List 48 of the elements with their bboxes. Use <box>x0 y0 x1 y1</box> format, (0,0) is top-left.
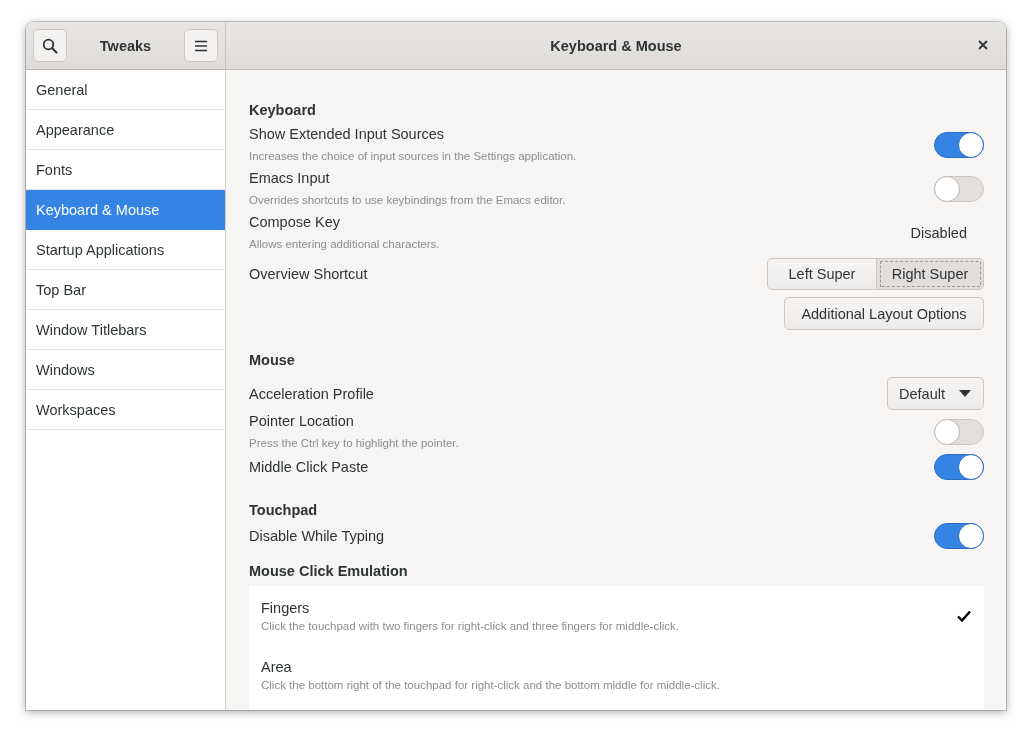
layout-options-button[interactable]: Additional Layout Options <box>784 297 984 330</box>
segment-button[interactable]: Right Super <box>877 258 984 290</box>
toggle-switch[interactable] <box>934 454 984 480</box>
option-label: Fingers <box>261 598 311 618</box>
setting-label: Overview Shortcut <box>249 265 368 284</box>
setting-label: Pointer Location <box>249 412 355 431</box>
setting-label: Middle Click Paste <box>249 458 369 477</box>
setting-label: Compose Key <box>249 213 342 232</box>
section-heading: Touchpad <box>249 501 319 520</box>
sidebar-item[interactable]: Appearance <box>26 110 225 150</box>
toggle-switch[interactable] <box>934 176 984 202</box>
caret-icon <box>959 390 971 397</box>
sidebar-item[interactable]: Keyboard & Mouse <box>26 190 225 230</box>
sidebar-item[interactable]: Startup Applications <box>26 230 225 270</box>
sidebar-item[interactable]: General <box>26 70 225 110</box>
option-description: Click the touchpad with two fingers for right-click and three fingers for middle-click. <box>261 618 679 634</box>
setting-description: Press the Ctrl key to highlight the pointer. <box>249 436 459 451</box>
option-label: Area <box>261 657 293 677</box>
close-icon <box>978 40 988 50</box>
sidebar-item[interactable]: Window Titlebars <box>26 310 225 350</box>
setting-description: Allows entering additional characters. <box>249 237 440 252</box>
search-icon <box>42 37 58 54</box>
section-heading: Keyboard <box>249 101 317 120</box>
setting-label: Emacs Input <box>249 169 331 188</box>
menu-button[interactable] <box>184 29 218 62</box>
search-button[interactable] <box>33 29 67 62</box>
toggle-switch[interactable] <box>934 132 984 158</box>
menu-icon <box>194 39 208 52</box>
option-item[interactable]: Area Click the bottom right of the touchpad for right-click and the bottom middle for middle-click. <box>249 645 984 704</box>
setting-label: Acceleration Profile <box>249 384 374 404</box>
toggle-switch[interactable] <box>934 523 984 549</box>
window-title: Keyboard & Mouse <box>550 37 682 54</box>
sidebar-title: Tweaks <box>99 37 152 54</box>
setting-label: Disable While Typing <box>249 527 385 546</box>
option-description: Click the bottom right of the touchpad for right-click and the bottom middle for middle-click. <box>261 677 720 693</box>
section-heading: Mouse <box>249 351 296 370</box>
dropdown[interactable]: Default <box>887 377 984 410</box>
sidebar-item[interactable]: Workspaces <box>26 390 225 430</box>
setting-value: Disabled <box>910 225 967 241</box>
setting-description: Overrides shortcuts to use keybindings from the Emacs editor. <box>249 193 566 208</box>
setting-description: Increases the choice of input sources in the Settings application. <box>249 149 577 164</box>
sidebar-item[interactable]: Windows <box>26 350 225 390</box>
toggle-switch[interactable] <box>934 419 984 445</box>
setting-label: Show Extended Input Sources <box>249 125 446 144</box>
segment-button[interactable]: Left Super <box>767 258 877 290</box>
subsection-heading: Mouse Click Emulation <box>249 562 409 581</box>
sidebar-item[interactable]: Top Bar <box>26 270 225 310</box>
option-item[interactable]: Fingers Click the touchpad with two fingers for right-click and three fingers for middle-click. <box>249 586 984 645</box>
